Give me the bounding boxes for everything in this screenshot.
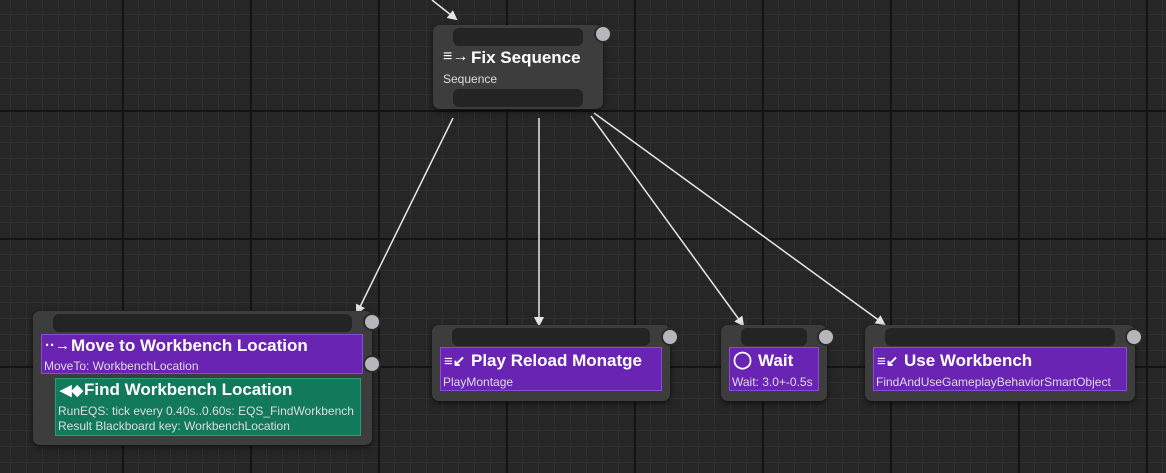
task-title: Move to Workbench Location — [71, 336, 308, 355]
service-detail-line1: RunEQS: tick every 0.40s..0.60s: EQS_Fin… — [58, 404, 354, 418]
service-icon: ◀◆ — [60, 382, 84, 399]
play-montage-task[interactable]: ≡↙ Play Reload Monatge PlayMontage — [440, 347, 662, 391]
task-subtitle: Wait: 3.0+-0.5s — [732, 375, 813, 389]
service-detail-line2: Result Blackboard key: WorkbenchLocation — [58, 419, 290, 433]
input-pin-bar[interactable] — [452, 328, 650, 346]
use-workbench-task[interactable]: ≡↙ Use Workbench FindAndUseGameplayBehav… — [873, 347, 1127, 391]
breakpoint-pin[interactable] — [596, 27, 610, 41]
output-pin-bar[interactable] — [453, 89, 583, 107]
fix-sequence-node[interactable]: ≡→ Fix Sequence Sequence — [433, 25, 603, 109]
task-title: Wait — [758, 351, 794, 370]
find-workbench-service[interactable]: ◀◆ Find Workbench Location RunEQS: tick … — [55, 378, 361, 436]
move-to-icon: ··→ — [45, 337, 70, 354]
node-subtitle: Sequence — [443, 72, 498, 86]
breakpoint-pin[interactable] — [365, 315, 379, 329]
wait-icon: ◯ — [733, 350, 753, 369]
task-subtitle: MoveTo: WorkbenchLocation — [44, 359, 199, 373]
breakpoint-pin[interactable] — [663, 330, 677, 344]
use-smart-object-icon: ≡↙ — [877, 353, 899, 370]
wait-task[interactable]: ◯ Wait Wait: 3.0+-0.5s — [729, 347, 819, 391]
input-pin-bar[interactable] — [885, 328, 1115, 346]
wire-move-to — [356, 117, 454, 315]
wait-node[interactable]: ◯ Wait Wait: 3.0+-0.5s — [721, 325, 827, 401]
play-reload-node[interactable]: ≡↙ Play Reload Monatge PlayMontage — [432, 325, 670, 401]
input-pin-bar[interactable] — [741, 328, 807, 346]
play-montage-icon: ≡↙ — [444, 353, 466, 370]
node-title: Fix Sequence — [471, 48, 581, 67]
task-title: Play Reload Monatge — [471, 351, 642, 370]
input-pin-bar[interactable] — [453, 28, 583, 46]
task-subtitle: PlayMontage — [443, 375, 514, 389]
breakpoint-pin[interactable] — [365, 357, 379, 371]
breakpoint-pin[interactable] — [819, 330, 833, 344]
input-pin-bar[interactable] — [53, 314, 352, 332]
use-workbench-node[interactable]: ≡↙ Use Workbench FindAndUseGameplayBehav… — [865, 325, 1135, 401]
move-to-workbench-node[interactable]: ··→ Move to Workbench Location MoveTo: W… — [33, 311, 372, 445]
wire-use-workbench — [593, 112, 886, 326]
task-subtitle: FindAndUseGameplayBehaviorSmartObject — [876, 375, 1111, 389]
wire-wait — [590, 115, 745, 327]
breakpoint-pin[interactable] — [1127, 330, 1141, 344]
service-title: Find Workbench Location — [84, 380, 293, 399]
wire-parent — [431, 0, 458, 21]
sequence-icon: ≡→ — [443, 48, 469, 65]
move-to-task-header[interactable]: ··→ Move to Workbench Location MoveTo: W… — [41, 334, 363, 374]
task-title: Use Workbench — [904, 351, 1033, 370]
